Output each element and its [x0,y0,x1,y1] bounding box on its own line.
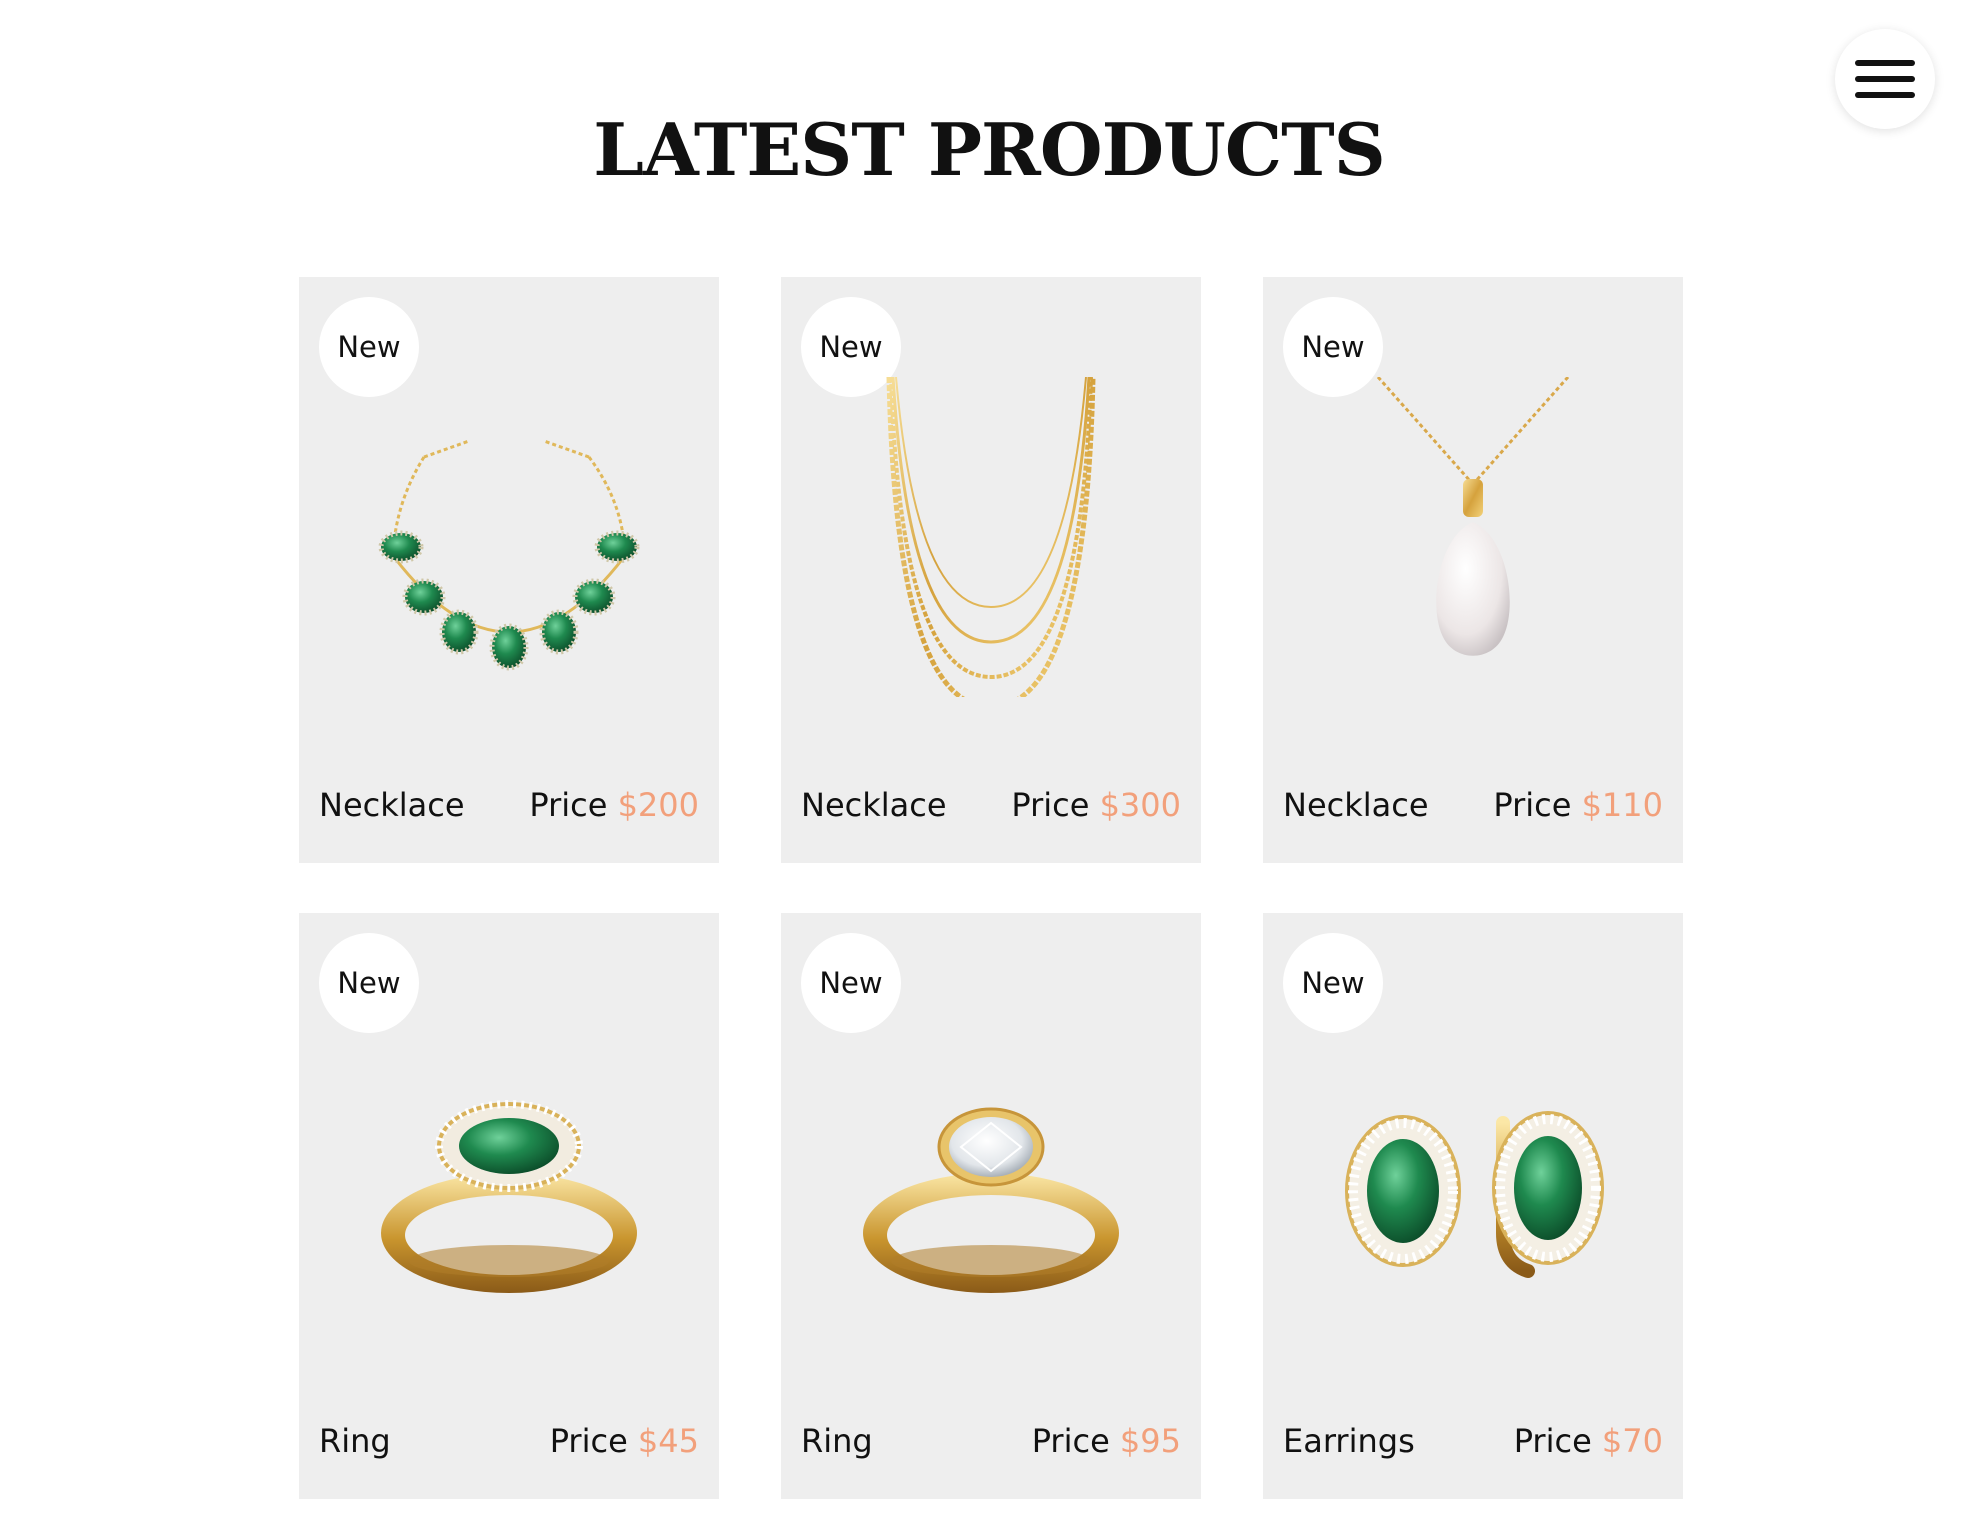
product-name: Ring [319,1422,391,1460]
price-label: Price [529,786,608,824]
price-amount: $200 [617,786,699,824]
product-price: Price $70 [1514,1421,1663,1461]
page-title: LATEST PRODUCTS [593,107,1385,192]
product-price: Price $45 [550,1421,699,1461]
product-name: Necklace [1283,786,1429,824]
price-label: Price [549,1422,628,1460]
product-name: Ring [801,1422,873,1460]
emerald-ring-icon [339,1013,679,1333]
product-price: Price $110 [1493,785,1663,825]
diamond-ring-icon [821,1013,1161,1333]
product-card[interactable]: New Necklace Price $200 [299,277,719,863]
pearl-pendant-necklace-icon [1303,377,1643,697]
product-name: Earrings [1283,1422,1415,1460]
price-label: Price [1011,786,1090,824]
price-amount: $70 [1601,1422,1663,1460]
product-price: Price $300 [1011,785,1181,825]
emerald-earrings-icon [1303,1013,1643,1333]
price-amount: $45 [637,1422,699,1460]
price-label: Price [1513,1422,1592,1460]
product-price: Price $200 [529,785,699,825]
hamburger-icon-bar [1855,76,1915,82]
hamburger-icon-bar [1855,92,1915,98]
emerald-necklace-icon [339,377,679,697]
product-price: Price $95 [1032,1421,1181,1461]
product-name: Necklace [801,786,947,824]
product-name: Necklace [319,786,465,824]
price-label: Price [1493,786,1572,824]
gold-chain-necklace-icon [821,377,1161,697]
product-card[interactable]: New Necklace Price $110 [1263,277,1683,863]
product-card[interactable]: New Necklace Price $300 [781,277,1201,863]
price-amount: $110 [1581,786,1663,824]
product-card[interactable]: New Ring Price $45 [299,913,719,1499]
hamburger-icon [1855,60,1915,66]
product-card[interactable]: New Ring Price $95 [781,913,1201,1499]
price-amount: $300 [1099,786,1181,824]
price-label: Price [1031,1422,1110,1460]
product-card[interactable]: New Earrings Price $70 [1263,913,1683,1499]
price-amount: $95 [1119,1422,1181,1460]
